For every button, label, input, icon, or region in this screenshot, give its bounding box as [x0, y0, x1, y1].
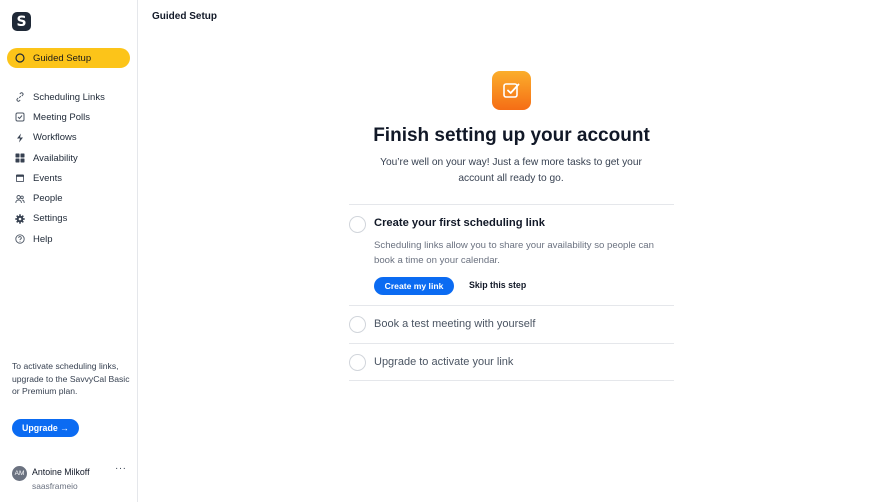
task-checkbox[interactable]	[349, 316, 366, 333]
sidebar-item-help[interactable]: Help	[7, 229, 130, 249]
setup-title: Finish setting up your account	[373, 125, 650, 146]
sidebar-item-label: Guided Setup	[33, 52, 92, 64]
task-item: Create your first scheduling link Schedu…	[349, 204, 674, 305]
sidebar-item-guided-setup[interactable]: Guided Setup	[7, 48, 130, 68]
gear-icon	[15, 214, 25, 224]
link-icon	[15, 92, 25, 102]
sidebar-item-meeting-polls[interactable]: Meeting Polls	[7, 107, 130, 127]
task-checkbox[interactable]	[349, 216, 366, 233]
task-item[interactable]: Upgrade to activate your link	[349, 343, 674, 381]
upgrade-note: To activate scheduling links, upgrade to…	[12, 361, 130, 396]
task-title: Book a test meeting with yourself	[374, 318, 536, 330]
setup-subtitle: You’re well on your way! Just a few more…	[380, 157, 642, 184]
sidebar-item-label: Events	[33, 172, 63, 184]
task-checkbox-icon	[492, 71, 531, 110]
help-icon	[15, 234, 25, 244]
task-title: Upgrade to activate your link	[374, 356, 514, 368]
sidebar-item-settings[interactable]: Settings	[7, 209, 130, 229]
user-menu[interactable]: AM Antoine Milkoff saasframeio ···	[12, 463, 128, 494]
people-icon	[15, 194, 25, 204]
calendar-icon	[15, 173, 25, 183]
sidebar-item-scheduling-links[interactable]: Scheduling Links	[7, 87, 130, 107]
task-title: Create your first scheduling link	[374, 217, 545, 229]
sidebar-item-label: Meeting Polls	[33, 111, 91, 123]
user-name: Antoine Milkoff	[32, 467, 90, 477]
circle-icon	[15, 53, 25, 63]
user-handle: saasframeio	[32, 481, 78, 491]
savvycal-logo[interactable]: S	[12, 12, 31, 31]
more-options-icon[interactable]: ···	[115, 463, 127, 474]
avatar: AM	[12, 466, 27, 481]
sidebar-item-label: Availability	[33, 152, 78, 164]
skip-step-button[interactable]: Skip this step	[469, 280, 526, 290]
task-description: Scheduling links allow you to share your…	[374, 240, 654, 266]
task-checkbox[interactable]	[349, 354, 366, 371]
sidebar-nav: Guided Setup Scheduling Links Meeting Po…	[7, 48, 130, 249]
sidebar-item-label: People	[33, 193, 63, 205]
sidebar-item-events[interactable]: Events	[7, 168, 130, 188]
sidebar-item-people[interactable]: People	[7, 188, 130, 208]
sidebar-item-label: Help	[33, 233, 53, 245]
grid-icon	[15, 153, 25, 163]
bolt-icon	[15, 133, 25, 143]
main-content: Finish setting up your account You’re we…	[138, 0, 885, 502]
sidebar-item-workflows[interactable]: Workflows	[7, 128, 130, 148]
checkbox-icon	[15, 112, 25, 122]
sidebar-item-label: Scheduling Links	[33, 91, 105, 103]
task-item[interactable]: Book a test meeting with yourself	[349, 305, 674, 343]
task-list: Create your first scheduling link Schedu…	[349, 204, 674, 381]
sidebar-item-label: Settings	[33, 213, 68, 225]
create-link-button[interactable]: Create my link	[374, 277, 454, 295]
sidebar-item-availability[interactable]: Availability	[7, 148, 130, 168]
sidebar: S Guided Setup Scheduling Links Meeting …	[0, 0, 138, 502]
upgrade-button[interactable]: Upgrade →	[12, 419, 79, 437]
sidebar-item-label: Workflows	[33, 132, 77, 144]
